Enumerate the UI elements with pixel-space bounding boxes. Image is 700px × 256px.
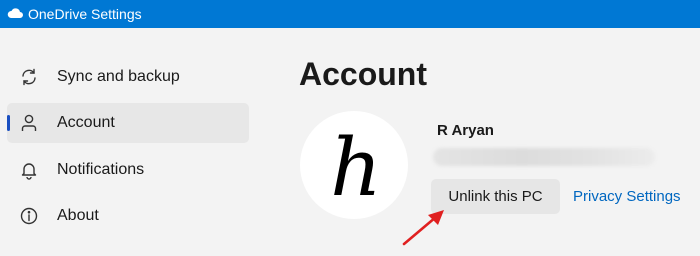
privacy-settings-link[interactable]: Privacy Settings (573, 188, 681, 206)
annotation-arrow-icon (402, 210, 444, 246)
page-title: Account (299, 56, 427, 92)
sidebar-item-label: About (57, 207, 99, 224)
avatar-letter: h (330, 121, 382, 214)
sidebar-item-sync-and-backup[interactable]: Sync and backup (7, 57, 249, 97)
title-bar: OneDrive Settings (0, 0, 700, 28)
sidebar-item-account[interactable]: Account (7, 103, 249, 143)
avatar: h (300, 111, 408, 219)
redacted-email (433, 148, 655, 166)
person-icon (21, 114, 37, 131)
sidebar-item-label: Notifications (57, 161, 145, 178)
avatar-image: h (330, 121, 382, 214)
window-title: OneDrive Settings (28, 6, 142, 22)
selection-indicator (7, 115, 10, 131)
sidebar-item-about[interactable]: About (7, 196, 249, 236)
info-icon (20, 207, 38, 225)
sidebar-item-label: Account (57, 114, 115, 131)
user-name: R Aryan (437, 122, 494, 139)
sidebar-item-notifications[interactable]: Notifications (7, 150, 249, 190)
bell-icon (21, 163, 37, 180)
cloud-icon (7, 8, 23, 18)
sidebar-item-label: Sync and backup (57, 68, 180, 85)
sync-icon (22, 68, 36, 86)
unlink-this-pc-button[interactable]: Unlink this PC (431, 179, 560, 214)
